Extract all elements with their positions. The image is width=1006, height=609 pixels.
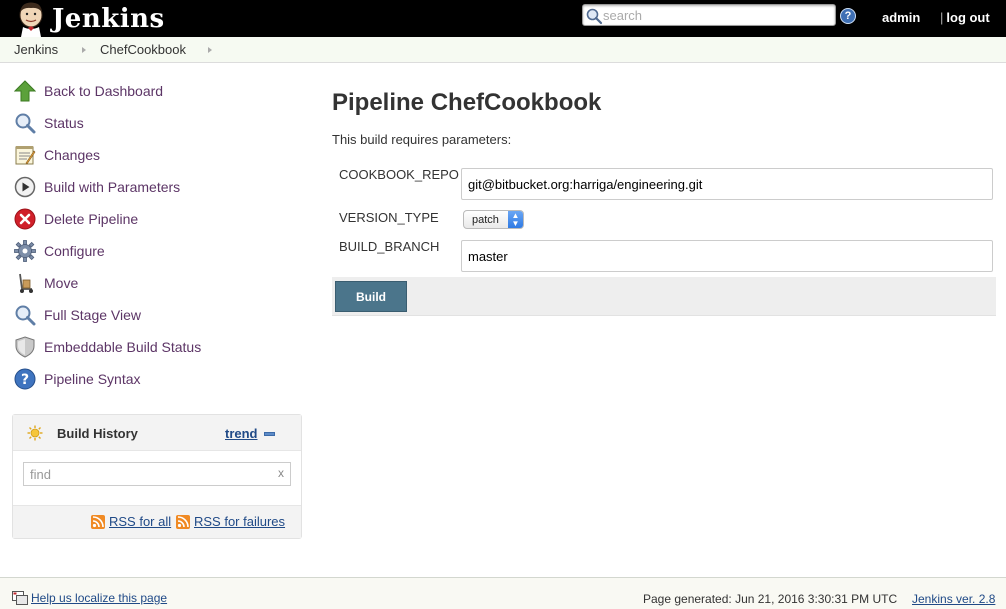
search-box[interactable] [582, 4, 836, 26]
task-embeddable-build-status[interactable]: Embeddable Build Status [14, 335, 201, 359]
localize-link[interactable]: Help us localize this page [12, 591, 167, 605]
breadcrumb-jenkins[interactable]: Jenkins [14, 42, 58, 57]
rss-failures-link[interactable]: RSS for failures [176, 514, 285, 529]
build-branch-input[interactable] [461, 240, 993, 272]
build-button[interactable]: Build [335, 281, 407, 312]
top-header: Jenkins ? admin |log out [0, 0, 1006, 37]
user-link[interactable]: admin [882, 10, 920, 25]
updown-chevron-icon: ▲ ▼ [508, 211, 523, 228]
rss-all-label[interactable]: RSS for all [109, 514, 171, 529]
param-label-version-type: VERSION_TYPE [339, 210, 439, 225]
jenkins-version-link[interactable]: Jenkins ver. 2.8 [912, 592, 995, 606]
breadcrumb: Jenkins ChefCookbook [0, 37, 1006, 63]
play-icon [14, 176, 36, 198]
task-label[interactable]: Build with Parameters [44, 179, 180, 195]
help-icon[interactable]: ? [840, 8, 856, 24]
version-type-select[interactable]: patch ▲ ▼ [463, 210, 524, 229]
task-label[interactable]: Embeddable Build Status [44, 339, 201, 355]
page-title: Pipeline ChefCookbook [332, 89, 602, 116]
rss-failures-label[interactable]: RSS for failures [194, 514, 285, 529]
task-label[interactable]: Pipeline Syntax [44, 371, 141, 387]
logout-link[interactable]: | log out [940, 10, 990, 25]
breadcrumb-arrow-icon[interactable] [82, 47, 86, 53]
gear-icon [14, 240, 36, 262]
jenkins-butler-icon [14, 0, 48, 37]
clear-icon[interactable]: x [278, 466, 284, 480]
rss-all-link[interactable]: RSS for all [91, 514, 171, 529]
build-bar: Build [332, 277, 996, 316]
trend-link[interactable]: trend [225, 426, 258, 441]
task-back-to-dashboard[interactable]: Back to Dashboard [13, 79, 163, 103]
task-label[interactable]: Move [44, 275, 78, 291]
search-input[interactable] [603, 6, 831, 24]
task-label[interactable]: Full Stage View [44, 307, 141, 323]
task-move[interactable]: Move [14, 271, 78, 295]
param-label-cookbook-repo: COOKBOOK_REPO [339, 167, 459, 182]
cookbook-repo-input[interactable] [461, 168, 993, 200]
task-label[interactable]: Delete Pipeline [44, 211, 138, 227]
breadcrumb-arrow-icon[interactable] [208, 47, 212, 53]
magnifier-icon [14, 304, 36, 326]
build-history-footer: RSS for all RSS for failures [13, 505, 301, 538]
parameters-description: This build requires parameters: [332, 132, 512, 147]
build-history-find-box[interactable]: x [23, 462, 291, 486]
param-label-build-branch: BUILD_BRANCH [339, 239, 440, 254]
notepad-icon [14, 144, 36, 166]
logout-separator: | [940, 10, 944, 25]
find-input[interactable] [30, 466, 270, 482]
help-icon: ? [14, 368, 36, 390]
task-changes[interactable]: Changes [14, 143, 100, 167]
collapse-icon[interactable] [264, 432, 275, 436]
localize-label[interactable]: Help us localize this page [31, 591, 167, 605]
page-footer: Help us localize this page Page generate… [0, 577, 1006, 609]
rss-feed-icon [91, 514, 105, 529]
task-full-stage-view[interactable]: Full Stage View [14, 303, 141, 327]
breadcrumb-chefcookbook[interactable]: ChefCookbook [100, 42, 186, 57]
jenkins-logo[interactable]: Jenkins [14, 0, 165, 37]
sun-icon [27, 425, 43, 441]
delete-icon [14, 208, 36, 230]
dolly-icon [14, 272, 36, 294]
version-type-value: patch [472, 213, 499, 226]
task-label[interactable]: Configure [44, 243, 105, 259]
brand-name: Jenkins [52, 3, 165, 34]
task-label[interactable]: Changes [44, 147, 100, 163]
build-history-widget: Build History trend x RSS for all [12, 414, 302, 539]
shield-icon [14, 336, 36, 358]
task-build-with-parameters[interactable]: Build with Parameters [14, 175, 180, 199]
task-pipeline-syntax[interactable]: ? Pipeline Syntax [14, 367, 141, 391]
task-configure[interactable]: Configure [14, 239, 105, 263]
task-status[interactable]: Status [14, 111, 84, 135]
magnifier-icon [14, 112, 36, 134]
task-label[interactable]: Back to Dashboard [44, 83, 163, 99]
translate-icon [12, 591, 28, 605]
build-history-header: Build History trend [13, 415, 301, 451]
task-label[interactable]: Status [44, 115, 84, 131]
task-delete-pipeline[interactable]: Delete Pipeline [14, 207, 138, 231]
search-icon [585, 7, 603, 25]
page-generated-text: Page generated: Jun 21, 2016 3:30:31 PM … [643, 592, 898, 606]
build-history-title: Build History [57, 426, 138, 441]
up-arrow-icon [13, 80, 37, 102]
rss-feed-icon [176, 514, 190, 529]
svg-text:?: ? [21, 372, 29, 388]
logout-label: log out [946, 10, 990, 25]
